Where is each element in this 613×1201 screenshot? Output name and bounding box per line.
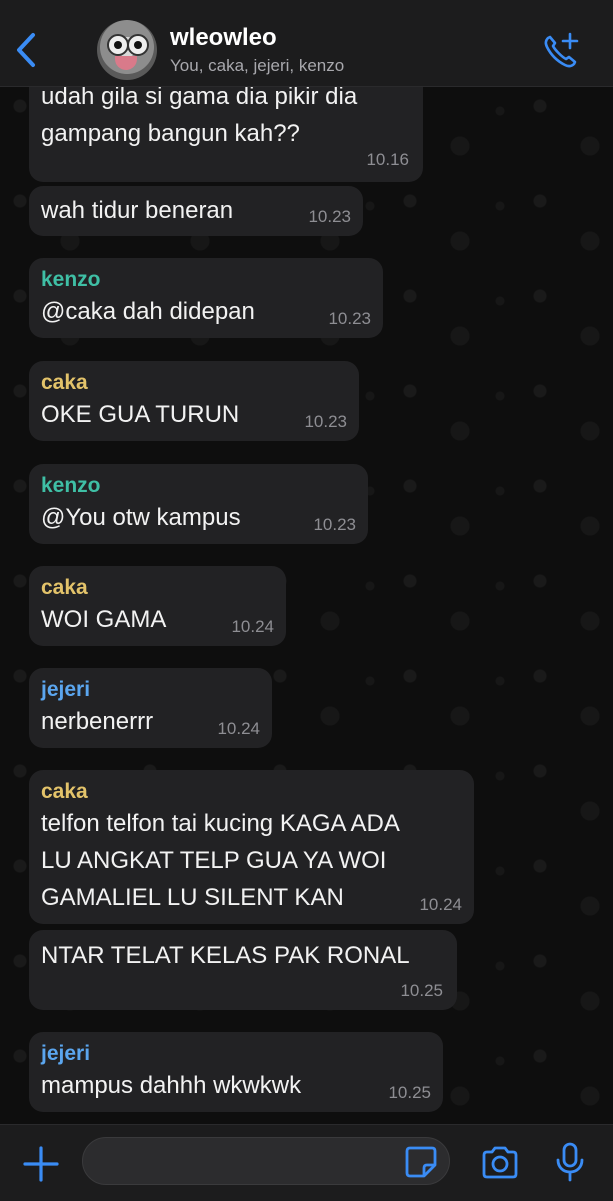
message-bubble[interactable]: caka WOI GAMA 10.24 <box>29 566 286 646</box>
message-bubble[interactable]: caka OKE GUA TURUN 10.23 <box>29 361 359 441</box>
message-text: telfon telfon tai kucing KAGA ADA LU ANG… <box>41 810 400 911</box>
avatar-tongue <box>115 56 137 70</box>
message-text: wah tidur beneran <box>41 197 234 224</box>
message-bubble[interactable]: kenzo @caka dah didepan 10.23 <box>29 258 383 338</box>
message-time: 10.24 <box>217 719 260 738</box>
message-text: udah gila si gama dia pikir dia gampang … <box>41 83 358 147</box>
add-call-button[interactable] <box>540 30 582 72</box>
avatar-eye <box>127 34 149 56</box>
microphone-icon <box>556 1142 584 1182</box>
back-button[interactable] <box>8 28 44 72</box>
phone-plus-icon <box>544 32 579 68</box>
sticker-button[interactable] <box>404 1145 438 1179</box>
voice-message-button[interactable] <box>553 1141 587 1183</box>
camera-icon <box>482 1146 518 1179</box>
message-sender[interactable]: caka <box>41 575 274 601</box>
group-members[interactable]: You, caka, jejeri, kenzo <box>170 56 344 76</box>
message-text: mampus dahhh wkwkwk <box>41 1072 302 1099</box>
message-sender[interactable]: jejeri <box>41 1041 431 1067</box>
message-time: 10.23 <box>328 309 371 328</box>
attach-button[interactable] <box>22 1145 60 1183</box>
sticker-icon <box>405 1146 437 1178</box>
composer-bar <box>0 1124 613 1201</box>
message-time: 10.25 <box>400 981 443 1000</box>
message-text: @caka dah didepan <box>41 298 255 325</box>
message-bubble[interactable]: jejeri mampus dahhh wkwkwk 10.25 <box>29 1032 443 1112</box>
chevron-left-icon <box>17 33 35 67</box>
message-sender[interactable]: kenzo <box>41 267 371 293</box>
message-text: OKE GUA TURUN <box>41 401 240 428</box>
message-text: @You otw kampus <box>41 504 241 531</box>
chat-header: wleowleo You, caka, jejeri, kenzo <box>0 0 613 87</box>
message-bubble[interactable]: caka telfon telfon tai kucing KAGA ADA L… <box>29 770 474 924</box>
message-time: 10.23 <box>308 207 351 226</box>
message-input[interactable] <box>82 1137 450 1185</box>
message-sender[interactable]: caka <box>41 779 462 805</box>
message-time: 10.23 <box>313 515 356 534</box>
camera-button[interactable] <box>480 1145 520 1181</box>
message-bubble[interactable]: NTAR TELAT KELAS PAK RONAL 10.25 <box>29 930 457 1010</box>
message-time: 10.24 <box>231 617 274 636</box>
group-avatar[interactable] <box>97 20 157 80</box>
message-sender[interactable]: jejeri <box>41 677 260 703</box>
avatar-eye <box>107 34 129 56</box>
message-bubble[interactable]: jejeri nerbenerrr 10.24 <box>29 668 272 748</box>
plus-icon <box>23 1146 59 1182</box>
message-time: 10.16 <box>366 150 409 169</box>
group-name[interactable]: wleowleo <box>170 24 277 52</box>
message-time: 10.24 <box>419 895 462 914</box>
message-sender[interactable]: kenzo <box>41 473 356 499</box>
message-text: NTAR TELAT KELAS PAK RONAL <box>41 942 410 969</box>
message-sender[interactable]: caka <box>41 370 347 396</box>
message-time: 10.23 <box>304 412 347 431</box>
message-bubble[interactable]: kenzo @You otw kampus 10.23 <box>29 464 368 544</box>
message-bubble[interactable]: wah tidur beneran 10.23 <box>29 186 363 236</box>
message-time: 10.25 <box>388 1083 431 1102</box>
